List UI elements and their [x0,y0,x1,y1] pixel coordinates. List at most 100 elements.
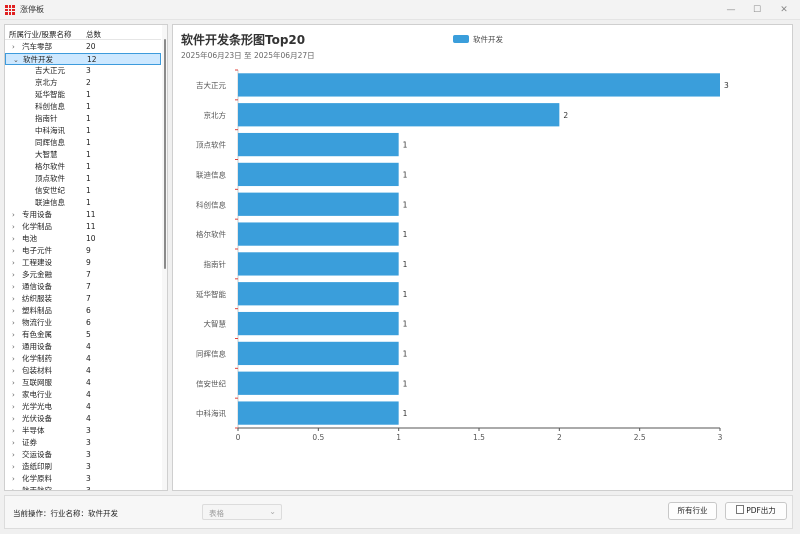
chevron-right-icon[interactable]: › [12,221,20,233]
chevron-right-icon[interactable]: › [12,341,20,353]
tree-row-industry[interactable]: › 化学制品 11 [5,221,161,233]
tree-row-industry[interactable]: › 家电行业 4 [5,389,161,401]
tree-row-count: 1 [86,138,91,147]
tree-row-stock[interactable]: 京北方 2 [5,77,161,89]
tree-row-stock[interactable]: 同辉信息 1 [5,137,161,149]
chevron-right-icon[interactable]: › [12,317,20,329]
pdf-export-button[interactable]: PDF出力 [725,502,787,520]
tree-row-industry[interactable]: › 交运设备 3 [5,449,161,461]
tree-row-industry[interactable]: › 塑料制品 6 [5,305,161,317]
chevron-right-icon[interactable]: › [12,425,20,437]
tree-row-stock[interactable]: 大智慧 1 [5,149,161,161]
tree-row-stock[interactable]: 科创信息 1 [5,101,161,113]
chevron-right-icon[interactable]: › [12,401,20,413]
tree-row-name: 通信设备 [22,282,52,291]
bar [238,222,399,246]
tree-row-industry[interactable]: › 专用设备 11 [5,209,161,221]
tree-row-count: 1 [86,150,91,159]
tree-row-industry[interactable]: › 证券 3 [5,437,161,449]
close-button[interactable]: ✕ [770,0,798,20]
tree-row-industry[interactable]: › 电子元件 9 [5,245,161,257]
tree-row-count: 1 [86,198,91,207]
chevron-right-icon[interactable]: › [12,269,20,281]
chevron-right-icon[interactable]: › [12,41,20,53]
tree-row-industry[interactable]: › 工程建设 9 [5,257,161,269]
tree-row-industry[interactable]: › 汽车零部 20 [5,41,161,53]
tree-row-industry[interactable]: › 航天航空 3 [5,485,161,491]
all-industries-button[interactable]: 所有行业 [668,502,717,520]
tree-row-industry[interactable]: › 通用设备 4 [5,341,161,353]
tree-row-count: 9 [86,246,91,255]
chevron-right-icon[interactable]: › [12,473,20,485]
chevron-right-icon[interactable]: › [12,461,20,473]
tree-row-industry[interactable]: › 电池 10 [5,233,161,245]
tree-row-count: 4 [86,354,91,363]
tree-row-industry[interactable]: › 化学原料 3 [5,473,161,485]
bar [238,401,399,425]
tree-row-stock[interactable]: 延华智能 1 [5,89,161,101]
data-label: 1 [403,141,408,150]
chevron-right-icon[interactable]: › [12,413,20,425]
tree-row-stock[interactable]: 吉大正元 3 [5,65,161,77]
y-tick-label: 同辉信息 [196,348,226,358]
tree-row-stock[interactable]: 联迪信息 1 [5,197,161,209]
tree-row-count: 11 [86,210,96,219]
chevron-right-icon[interactable]: › [12,329,20,341]
chevron-right-icon[interactable]: › [12,281,20,293]
bar [238,103,560,127]
bar [238,132,399,157]
y-tick-label: 顶点软件 [196,140,226,150]
tree-row-stock[interactable]: 顶点软件 1 [5,173,161,185]
chevron-right-icon[interactable]: › [12,353,20,365]
tree-row-count: 3 [86,486,91,491]
scrollbar-thumb[interactable] [164,39,166,269]
chevron-right-icon[interactable]: › [12,377,20,389]
minimize-button[interactable]: — [717,0,745,20]
tree-row-industry[interactable]: › 有色金属 5 [5,329,161,341]
chevron-right-icon[interactable]: › [12,293,20,305]
chevron-right-icon[interactable]: › [12,365,20,377]
y-tick-label: 指南针 [204,259,227,269]
tree-row-industry[interactable]: › 物流行业 6 [5,317,161,329]
chevron-right-icon[interactable]: › [12,257,20,269]
chevron-right-icon[interactable]: › [12,437,20,449]
tree-body: › 汽车零部 20 ⌄ 软件开发 12 吉大正元 3 京北方 2 延华智能 1 科创信息 1 指南针 1 中科海… [5,41,161,491]
chevron-right-icon[interactable]: › [12,245,20,257]
tree-row-stock[interactable]: 指南针 1 [5,113,161,125]
tree-row-industry[interactable]: › 半导体 3 [5,425,161,437]
tree-row-industry[interactable]: › 光学光电 4 [5,401,161,413]
tree-row-count: 3 [86,438,91,447]
tree-row-industry[interactable]: › 通信设备 7 [5,281,161,293]
tree-row-industry[interactable]: › 互联网服 4 [5,377,161,389]
data-label: 3 [724,81,729,90]
view-mode-select[interactable]: 表格 ⌄ [202,504,282,520]
chevron-right-icon[interactable]: › [12,305,20,317]
chevron-right-icon[interactable]: › [12,449,20,461]
chevron-right-icon[interactable]: › [12,233,20,245]
data-label: 1 [403,260,408,269]
column-header-count[interactable]: 总数 [86,29,101,40]
bar [238,252,399,276]
tree-row-industry[interactable]: › 包装材料 4 [5,365,161,377]
tree-row-count: 1 [86,174,91,183]
tree-scrollbar[interactable] [162,25,167,490]
chevron-right-icon[interactable]: › [12,389,20,401]
chevron-right-icon[interactable]: › [12,209,20,221]
chevron-right-icon[interactable]: › [12,485,20,490]
app-grid-icon [5,5,15,15]
tree-row-industry[interactable]: › 纺织服装 7 [5,293,161,305]
maximize-button[interactable]: ☐ [743,0,771,20]
tree-row-industry[interactable]: › 造纸印刷 3 [5,461,161,473]
tree-row-stock[interactable]: 中科海讯 1 [5,125,161,137]
y-tick-label: 延华智能 [196,289,226,299]
tree-row-name: 化学原料 [22,474,52,483]
column-header-name[interactable]: 所属行业/股票名称 [9,29,72,40]
tree-row-stock[interactable]: 格尔软件 1 [5,161,161,173]
tree-row-industry[interactable]: › 光伏设备 4 [5,413,161,425]
tree-row-industry[interactable]: › 化学制药 4 [5,353,161,365]
tree-row-count: 4 [86,378,91,387]
tree-row-industry[interactable]: › 多元金融 7 [5,269,161,281]
tree-row-count: 7 [86,282,91,291]
tree-row-industry[interactable]: ⌄ 软件开发 12 [5,53,161,65]
tree-row-stock[interactable]: 信安世纪 1 [5,185,161,197]
